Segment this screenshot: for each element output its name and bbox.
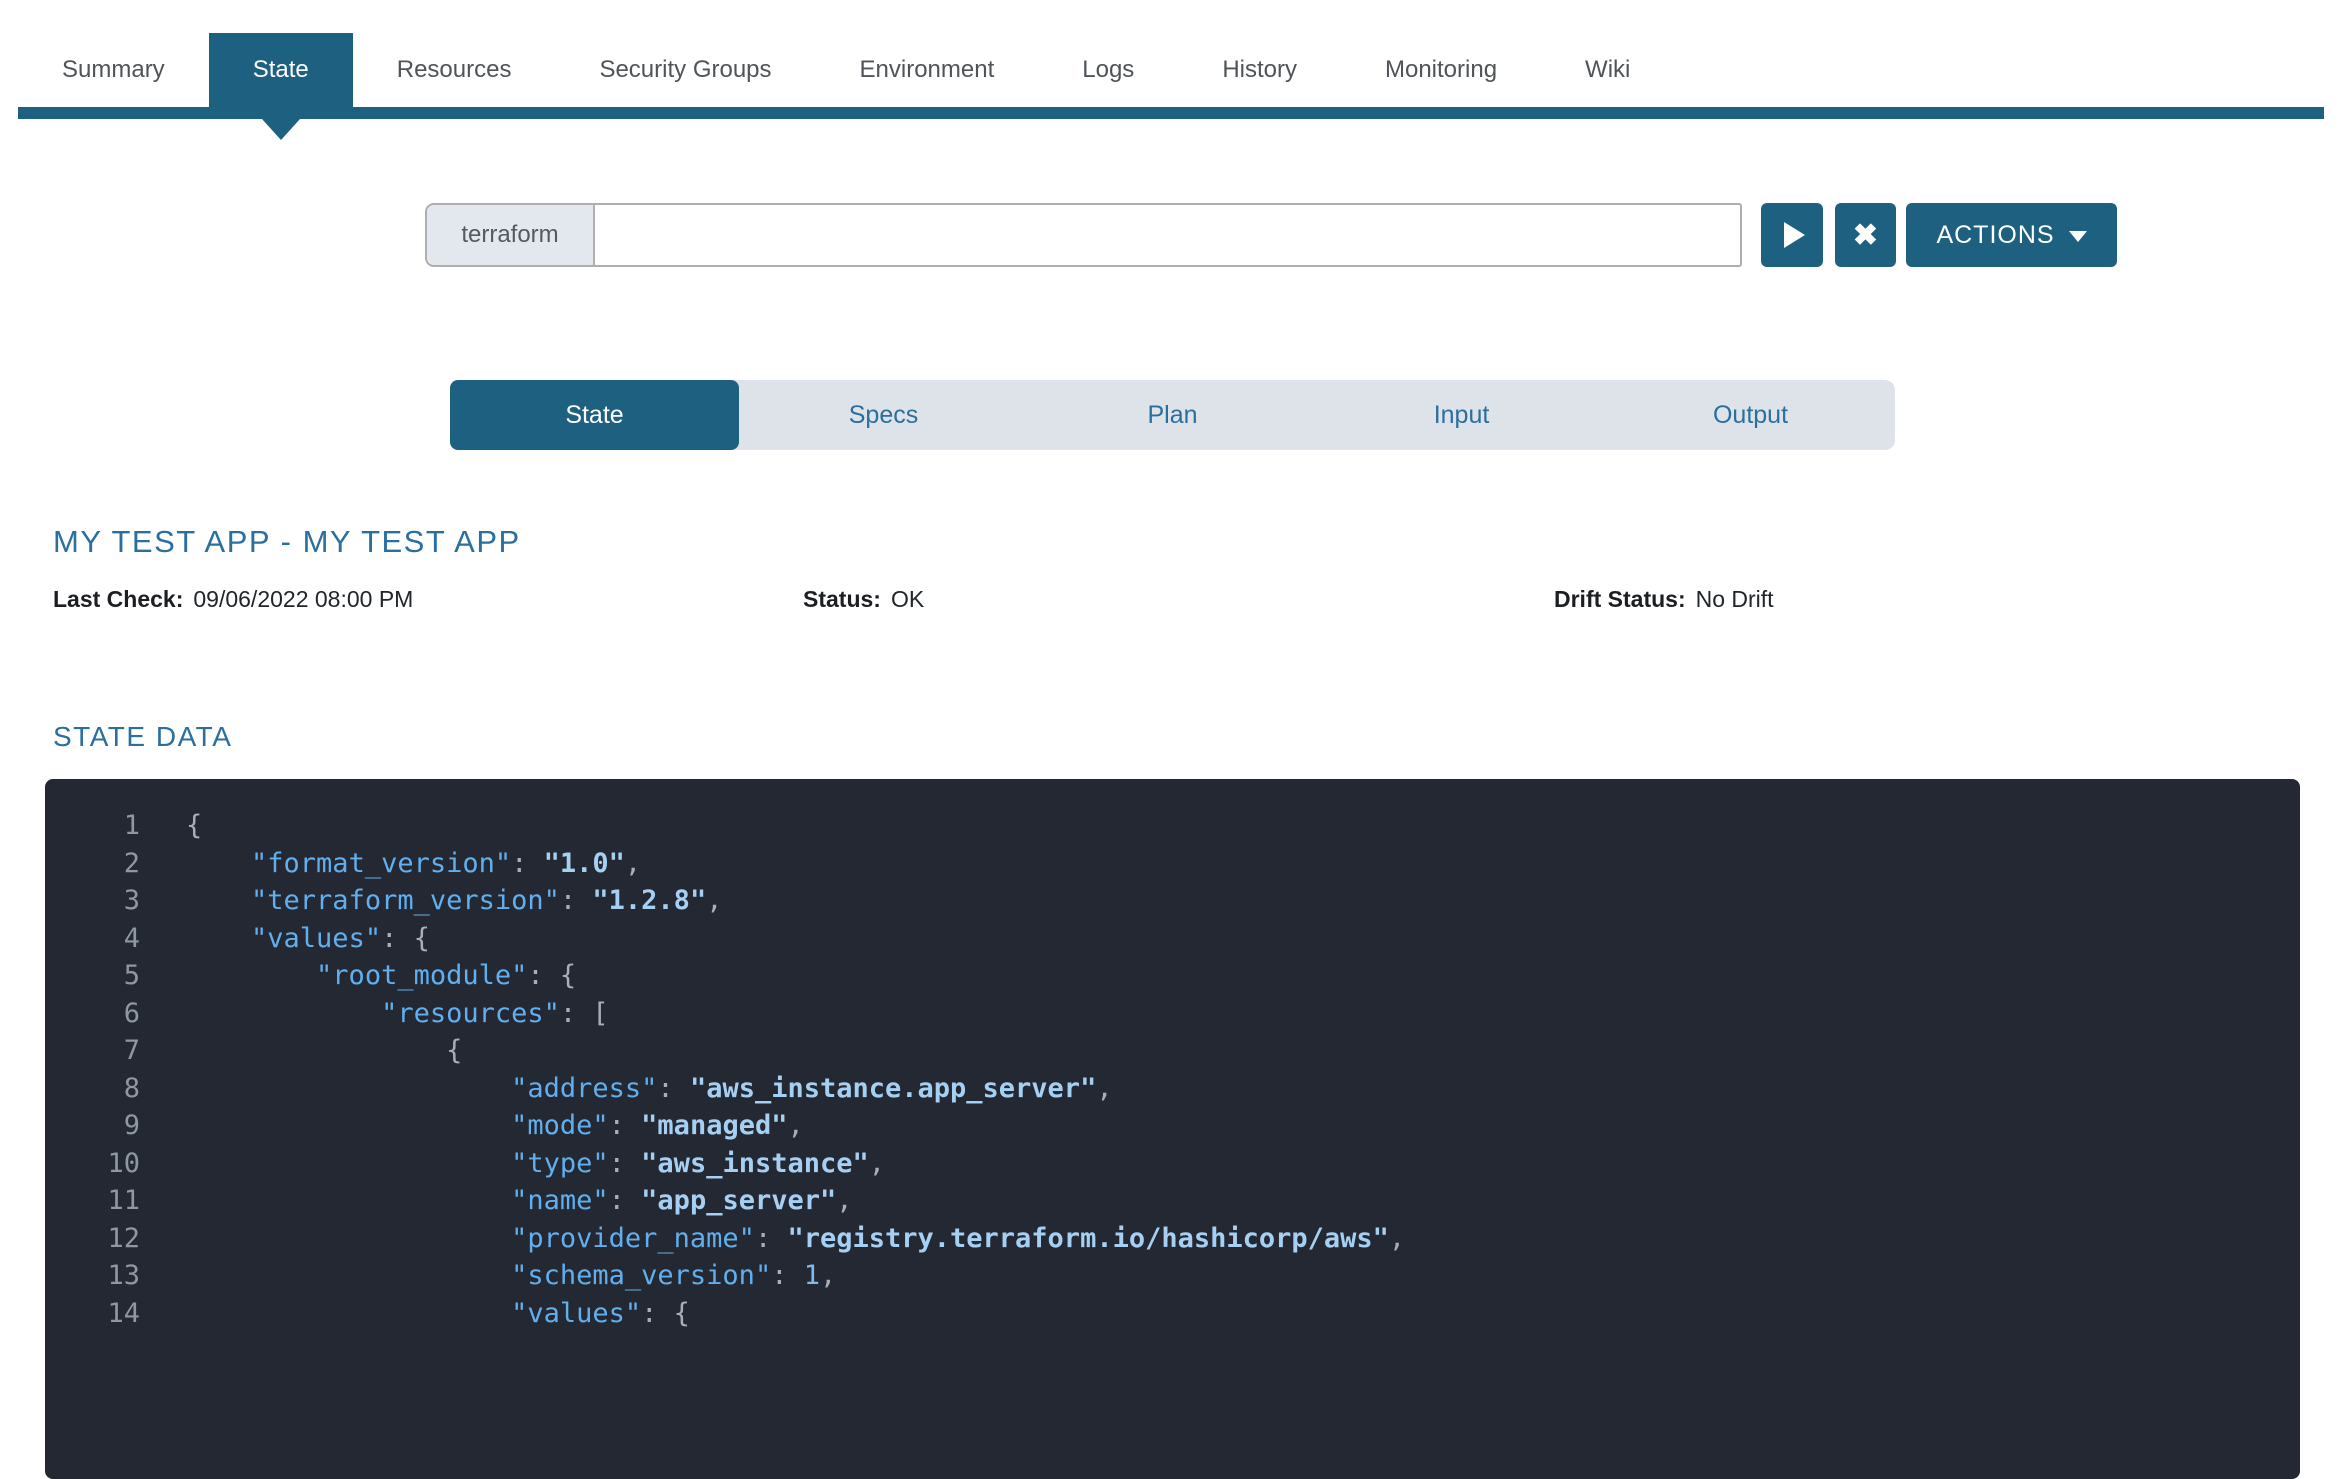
terraform-command-input[interactable] [593, 205, 1740, 265]
status-value: OK [891, 586, 924, 613]
code-line: 12 "provider_name": "registry.terraform.… [45, 1220, 2300, 1258]
tab-resources[interactable]: Resources [353, 33, 556, 107]
last-check-label: Last Check: [53, 586, 183, 613]
top-tab-bar: Summary State Resources Security Groups … [0, 0, 2342, 119]
drift-status-item: Drift Status: No Drift [1554, 586, 1774, 613]
actions-button-label: ACTIONS [1936, 221, 2054, 250]
code-line: 5 "root_module": { [45, 957, 2300, 995]
code-line-content: "values": { [140, 1295, 690, 1333]
code-line-content: "terraform_version": "1.2.8", [140, 882, 722, 920]
line-number: 10 [45, 1145, 140, 1183]
tab-list: Summary State Resources Security Groups … [0, 33, 2342, 107]
status-item: Status: OK [803, 586, 1554, 613]
tab-security-groups[interactable]: Security Groups [555, 33, 815, 107]
tab-history[interactable]: History [1178, 33, 1341, 107]
caret-down-icon [2069, 231, 2087, 242]
terraform-input-group: terraform [425, 203, 1742, 267]
line-number: 2 [45, 845, 140, 883]
subtab-state[interactable]: State [450, 380, 739, 450]
tab-logs[interactable]: Logs [1038, 33, 1178, 107]
code-line-content: "provider_name": "registry.terraform.io/… [140, 1220, 1405, 1258]
last-check-item: Last Check: 09/06/2022 08:00 PM [53, 586, 803, 613]
line-number: 8 [45, 1070, 140, 1108]
code-line: 1{ [45, 807, 2300, 845]
play-icon [1784, 222, 1805, 248]
line-number: 3 [45, 882, 140, 920]
line-number: 1 [45, 807, 140, 845]
drift-status-label: Drift Status: [1554, 586, 1686, 613]
line-number: 11 [45, 1182, 140, 1220]
line-number: 9 [45, 1107, 140, 1145]
code-line: 14 "values": { [45, 1295, 2300, 1333]
line-number: 13 [45, 1257, 140, 1295]
code-line: 8 "address": "aws_instance.app_server", [45, 1070, 2300, 1108]
state-data-heading: STATE DATA [53, 721, 2342, 753]
terraform-input-label: terraform [427, 205, 593, 265]
subtab-specs[interactable]: Specs [739, 380, 1028, 450]
app-title: MY TEST APP - MY TEST APP [53, 524, 2342, 560]
clear-button[interactable]: ✖ [1835, 203, 1896, 267]
code-line-content: "format_version": "1.0", [140, 845, 641, 883]
code-line-content: "schema_version": 1, [140, 1257, 836, 1295]
code-line: 4 "values": { [45, 920, 2300, 958]
x-icon: ✖ [1853, 218, 1878, 253]
code-line: 2 "format_version": "1.0", [45, 845, 2300, 883]
code-line-content: "values": { [140, 920, 430, 958]
code-line: 3 "terraform_version": "1.2.8", [45, 882, 2300, 920]
tab-summary[interactable]: Summary [18, 33, 209, 107]
actions-button[interactable]: ACTIONS [1906, 203, 2117, 267]
code-line-content: "type": "aws_instance", [140, 1145, 885, 1183]
code-line-content: "root_module": { [140, 957, 576, 995]
status-label: Status: [803, 586, 881, 613]
tab-monitoring[interactable]: Monitoring [1341, 33, 1541, 107]
code-line-content: { [140, 807, 202, 845]
code-line-content: "mode": "managed", [140, 1107, 804, 1145]
code-line-content: { [140, 1032, 462, 1070]
line-number: 12 [45, 1220, 140, 1258]
code-line-content: "resources": [ [140, 995, 609, 1033]
line-number: 5 [45, 957, 140, 995]
code-line: 11 "name": "app_server", [45, 1182, 2300, 1220]
code-line: 6 "resources": [ [45, 995, 2300, 1033]
tab-state[interactable]: State [209, 33, 353, 107]
subtab-input[interactable]: Input [1317, 380, 1606, 450]
subtab-output[interactable]: Output [1606, 380, 1895, 450]
run-button[interactable] [1761, 203, 1823, 267]
code-line: 9 "mode": "managed", [45, 1107, 2300, 1145]
code-line-content: "address": "aws_instance.app_server", [140, 1070, 1113, 1108]
last-check-value: 09/06/2022 08:00 PM [193, 586, 413, 613]
state-subtab-bar: State Specs Plan Input Output [450, 380, 1895, 450]
tab-wiki[interactable]: Wiki [1541, 33, 1674, 107]
drift-status-value: No Drift [1696, 586, 1774, 613]
code-line-content: "name": "app_server", [140, 1182, 853, 1220]
status-row: Last Check: 09/06/2022 08:00 PM Status: … [53, 586, 2342, 613]
code-line: 13 "schema_version": 1, [45, 1257, 2300, 1295]
code-line: 7 { [45, 1032, 2300, 1070]
code-line: 10 "type": "aws_instance", [45, 1145, 2300, 1183]
state-data-code-editor[interactable]: 1{2 "format_version": "1.0",3 "terraform… [45, 779, 2300, 1479]
tab-underline-bar [18, 107, 2324, 119]
subtab-plan[interactable]: Plan [1028, 380, 1317, 450]
terraform-command-row: terraform ✖ ACTIONS [425, 203, 2342, 267]
line-number: 14 [45, 1295, 140, 1333]
line-number: 6 [45, 995, 140, 1033]
line-number: 4 [45, 920, 140, 958]
line-number: 7 [45, 1032, 140, 1070]
tab-environment[interactable]: Environment [816, 33, 1039, 107]
